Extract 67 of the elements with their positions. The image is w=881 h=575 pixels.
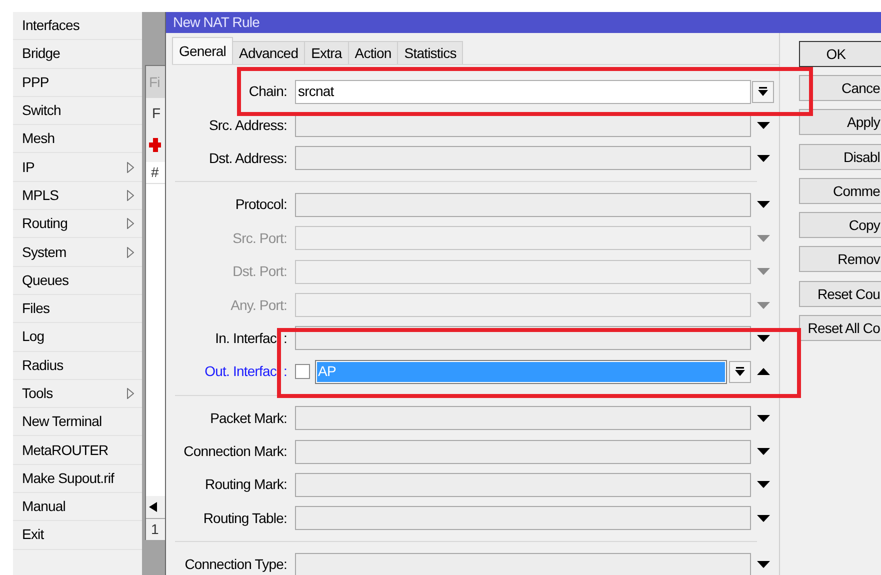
- input-field[interactable]: [295, 440, 751, 464]
- field-label: Connection Mark:: [184, 442, 287, 462]
- input-field[interactable]: [295, 146, 751, 170]
- dialog-button[interactable]: Reset All Co: [799, 315, 881, 341]
- dropdown-arrow-icon: [735, 366, 745, 377]
- tab[interactable]: F: [146, 98, 165, 128]
- field-label: Chain:: [248, 82, 287, 102]
- field-label: Out. Interfac: [204, 362, 276, 382]
- scroll-left-icon[interactable]: [149, 502, 157, 512]
- input-field[interactable]: [295, 506, 751, 530]
- dialog-button[interactable]: Copy: [799, 212, 881, 238]
- input-field[interactable]: [295, 472, 751, 497]
- dialog-button[interactable]: Apply: [799, 109, 881, 135]
- dropdown-arrow-icon[interactable]: [756, 448, 770, 456]
- field-label: Dst. Port:: [232, 262, 287, 282]
- input-field[interactable]: [295, 260, 751, 284]
- field-label: Routing Table:: [203, 508, 287, 528]
- dialog-button[interactable]: Comme: [799, 178, 881, 204]
- tab[interactable]: Action: [348, 41, 398, 64]
- tab[interactable]: Extra: [304, 41, 349, 64]
- field-label: Dst. Address:: [208, 148, 287, 168]
- submenu-arrow-icon: [127, 246, 134, 258]
- dropdown-arrow-icon[interactable]: [756, 481, 770, 488]
- input-field[interactable]: srcnat: [295, 80, 751, 104]
- field-label: Protocol:: [235, 195, 287, 214]
- input-field[interactable]: [295, 293, 751, 318]
- dialog-button[interactable]: Remov: [799, 246, 881, 272]
- dropdown-arrow-icon[interactable]: [756, 122, 770, 129]
- field-label: Src. Port:: [232, 228, 287, 248]
- window-title: New NAT Rule: [166, 12, 881, 33]
- field-label: Routing Mark:: [205, 475, 287, 494]
- dialog-button[interactable]: Disabl: [799, 144, 881, 170]
- submenu-arrow-icon: [127, 218, 134, 230]
- dialog-button[interactable]: Cance: [799, 75, 881, 101]
- collapse-arrow-icon[interactable]: [756, 368, 770, 376]
- tab[interactable]: Advanced: [232, 41, 306, 64]
- tab[interactable]: General: [172, 37, 234, 64]
- dialog-button[interactable]: OK: [799, 41, 881, 67]
- dropdown-arrow-icon[interactable]: [756, 201, 770, 208]
- dropdown-arrow-icon[interactable]: [756, 334, 770, 342]
- field-label-colon: :: [284, 362, 287, 382]
- field-label: In. Interfac: [215, 328, 276, 348]
- submenu-arrow-icon: [127, 162, 134, 173]
- tab[interactable]: Statistics: [397, 41, 464, 64]
- add-icon[interactable]: [149, 138, 161, 152]
- field-label: Connection Type:: [184, 555, 287, 574]
- field-label-colon: :: [284, 328, 287, 348]
- input-field[interactable]: [295, 192, 751, 217]
- dropdown-arrow-icon[interactable]: [756, 154, 770, 162]
- field-label: Src. Address:: [208, 116, 287, 135]
- dialog-button[interactable]: Reset Cou: [799, 281, 881, 307]
- dropdown-arrow-icon[interactable]: [756, 414, 770, 422]
- submenu-arrow-icon: [127, 190, 134, 201]
- window-title: Fi: [146, 66, 165, 98]
- dropdown-button[interactable]: [729, 360, 751, 383]
- input-field[interactable]: [295, 552, 751, 575]
- column-header: #: [146, 162, 165, 184]
- input-field[interactable]: [295, 226, 751, 250]
- dropdown-button[interactable]: [752, 80, 774, 103]
- checkbox[interactable]: [295, 364, 310, 380]
- submenu-arrow-icon: [127, 388, 134, 399]
- field-label: Packet Mark:: [210, 408, 287, 428]
- field-label: Any. Port:: [230, 296, 287, 315]
- dropdown-arrow-icon[interactable]: [756, 561, 770, 568]
- dropdown-arrow-icon: [758, 86, 768, 97]
- input-field[interactable]: [295, 406, 751, 430]
- dropdown-arrow-icon[interactable]: [756, 514, 770, 522]
